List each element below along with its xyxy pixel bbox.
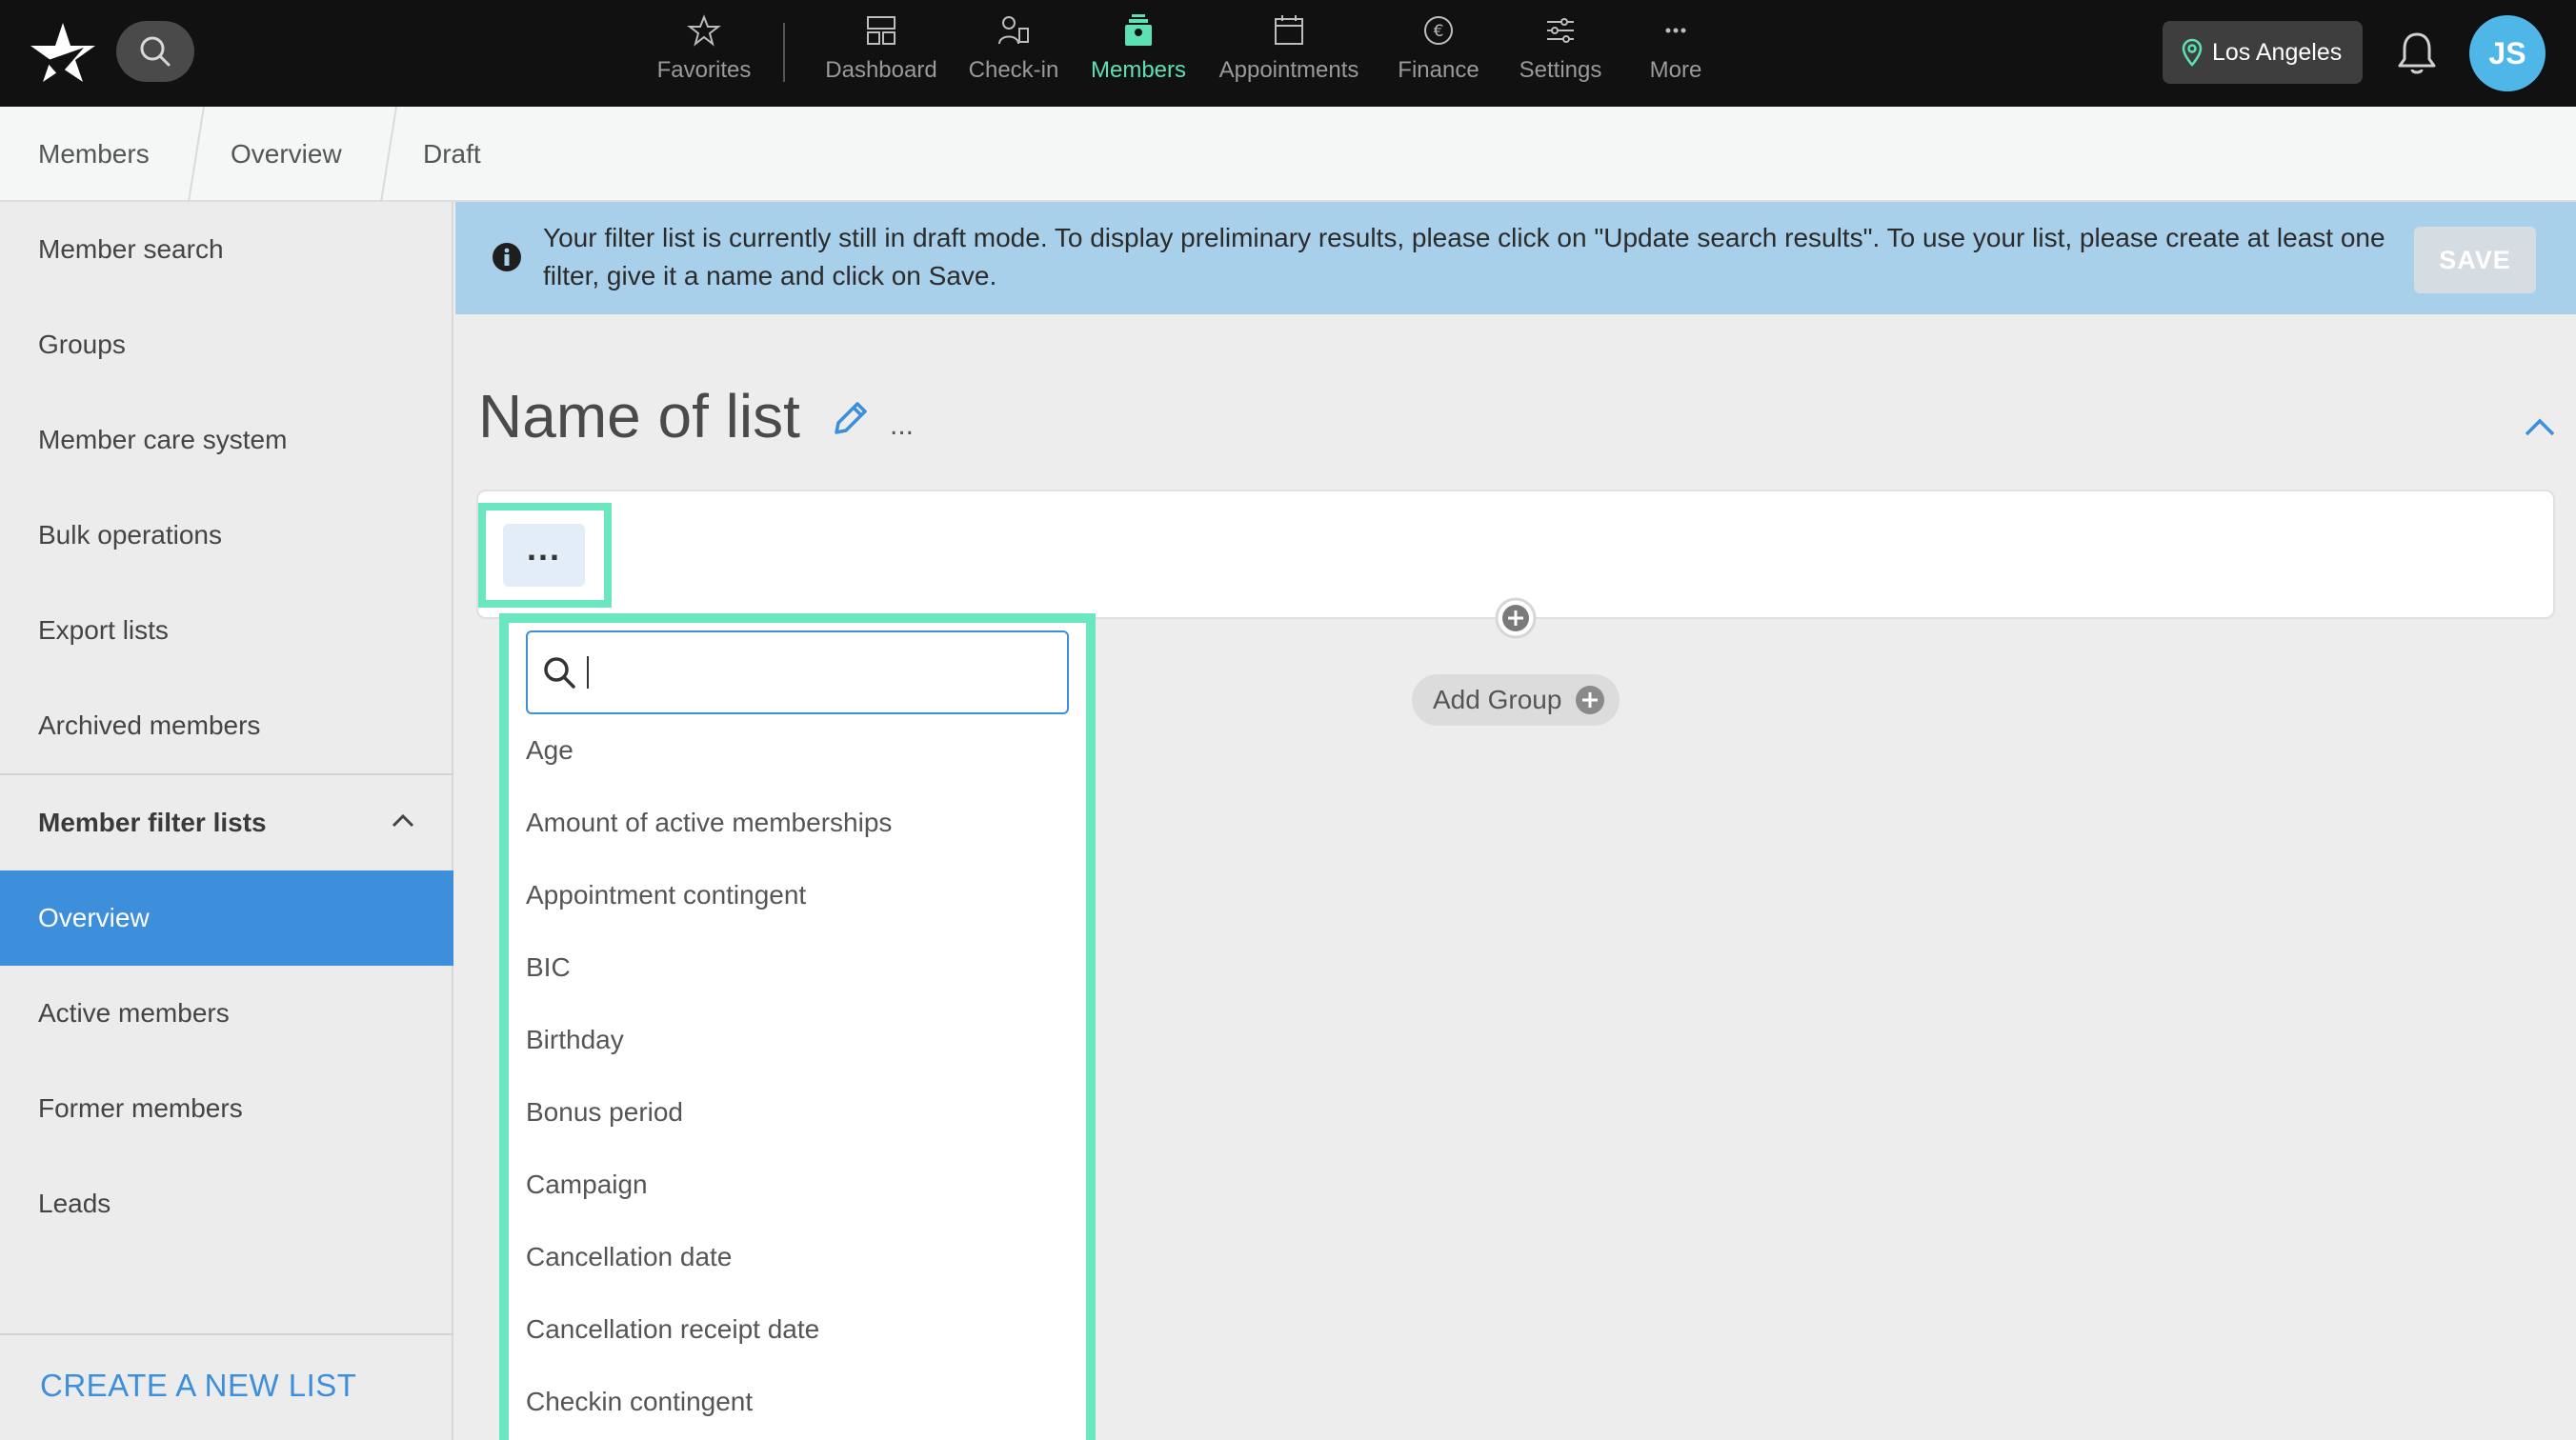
sidebar-group-member-filter-lists[interactable]: Member filter lists (0, 775, 453, 870)
nav-appointments[interactable]: Appointments (1214, 11, 1364, 97)
app-logo-icon[interactable] (27, 19, 99, 86)
nav-finance[interactable]: € Finance (1393, 11, 1484, 97)
search-icon (140, 36, 171, 67)
nav-divider (783, 23, 785, 82)
dropdown-option[interactable]: Age (526, 731, 574, 770)
nav-favorites-label: Favorites (656, 57, 752, 83)
list-options-ellipsis[interactable]: ... (890, 410, 914, 442)
dropdown-option[interactable]: Birthday (526, 1021, 624, 1059)
sidebar-item-former-members[interactable]: Former members (0, 1061, 453, 1156)
chevron-up-icon (392, 813, 414, 828)
dropdown-option[interactable]: Campaign (526, 1166, 648, 1204)
plus-circle-icon (1576, 686, 1605, 714)
nav-members-label: Members (1090, 57, 1187, 83)
more-icon (1665, 28, 1686, 33)
nav-settings-label: Settings (1519, 57, 1602, 83)
dropdown-option[interactable]: Cancellation receipt date (526, 1310, 819, 1349)
sidebar-divider (0, 1333, 453, 1335)
sidebar-group-label: Member filter lists (38, 808, 267, 837)
dropdown-option[interactable]: Bonus period (526, 1093, 683, 1131)
edit-pencil-icon[interactable] (829, 396, 873, 440)
nav-dashboard-label: Dashboard (825, 57, 937, 83)
breadcrumb-separator (380, 107, 397, 202)
info-icon (493, 243, 521, 271)
filter-options-button[interactable]: ... (503, 524, 585, 587)
dropdown-option[interactable]: Amount of active memberships (526, 804, 892, 842)
sliders-icon (1547, 18, 1574, 43)
banner-message: Your filter list is currently still in d… (543, 223, 2385, 290)
add-group-label: Add Group (1433, 685, 1562, 714)
nav-settings[interactable]: Settings (1515, 11, 1606, 97)
nav-more-label: More (1649, 57, 1702, 83)
draft-info-banner: Your filter list is currently still in d… (455, 202, 2576, 314)
sidebar-item-bulk-operations[interactable]: Bulk operations (0, 488, 453, 583)
nav-members[interactable]: Members (1086, 11, 1191, 97)
location-label: Los Angeles (2212, 38, 2343, 66)
euro-icon: € (1424, 16, 1453, 45)
notifications-bell-icon[interactable] (2393, 29, 2441, 78)
sidebar-item-member-search[interactable]: Member search (0, 202, 453, 297)
add-filter-circle-icon[interactable] (1494, 596, 1538, 640)
filter-search-input[interactable] (526, 630, 1069, 714)
nav-more[interactable]: More (1631, 11, 1721, 97)
add-group-button[interactable]: Add Group (1412, 674, 1620, 726)
breadcrumb-members[interactable]: Members (38, 107, 150, 202)
global-search-button[interactable] (116, 21, 194, 82)
nav-favorites[interactable]: Favorites (654, 11, 755, 97)
sidebar-item-groups[interactable]: Groups (0, 297, 453, 392)
text-caret (587, 656, 589, 689)
list-name-title: Name of list (478, 382, 800, 450)
svg-text:€: € (1434, 22, 1444, 41)
sidebar: Member search Groups Member care system … (0, 202, 453, 1440)
nav-finance-label: Finance (1398, 57, 1479, 83)
breadcrumb-separator (188, 107, 205, 202)
sidebar-item-export-lists[interactable]: Export lists (0, 583, 453, 678)
nav-check-in-label: Check-in (968, 57, 1059, 83)
sidebar-item-archived-members[interactable]: Archived members (0, 678, 453, 773)
map-pin-icon (2182, 38, 2203, 67)
breadcrumb-draft: Draft (423, 139, 481, 169)
sidebar-item-leads[interactable]: Leads (0, 1156, 453, 1251)
nav-check-in[interactable]: Check-in (966, 11, 1061, 97)
chevron-up-icon[interactable] (2521, 411, 2559, 442)
filter-attribute-dropdown: Age Amount of active memberships Appoint… (509, 623, 1086, 1440)
sidebar-item-active-members[interactable]: Active members (0, 966, 453, 1061)
top-navigation-bar: Favorites Dashboard Check-in Members App… (0, 0, 2576, 107)
search-icon (544, 657, 575, 689)
breadcrumb-overview[interactable]: Overview (231, 107, 342, 202)
nav-appointments-label: Appointments (1218, 57, 1359, 83)
sidebar-item-overview[interactable]: Overview (0, 870, 453, 966)
nav-dashboard[interactable]: Dashboard (821, 11, 941, 97)
dropdown-option[interactable]: Appointment contingent (526, 876, 806, 914)
checkin-icon (998, 16, 1029, 45)
calendar-icon (1275, 15, 1303, 45)
breadcrumb: Members Overview Draft (0, 107, 2576, 202)
sidebar-item-member-care-system[interactable]: Member care system (0, 392, 453, 488)
save-button[interactable]: SAVE (2414, 227, 2536, 293)
members-icon (1125, 14, 1152, 46)
star-icon (687, 14, 721, 47)
dropdown-option[interactable]: Checkin contingent (526, 1383, 753, 1421)
dropdown-option[interactable]: Cancellation date (526, 1238, 732, 1276)
user-avatar[interactable]: JS (2469, 15, 2546, 91)
create-new-list-link[interactable]: CREATE A NEW LIST (40, 1368, 356, 1404)
location-selector[interactable]: Los Angeles (2163, 21, 2363, 84)
dashboard-icon (867, 16, 896, 45)
dropdown-option[interactable]: BIC (526, 949, 571, 987)
